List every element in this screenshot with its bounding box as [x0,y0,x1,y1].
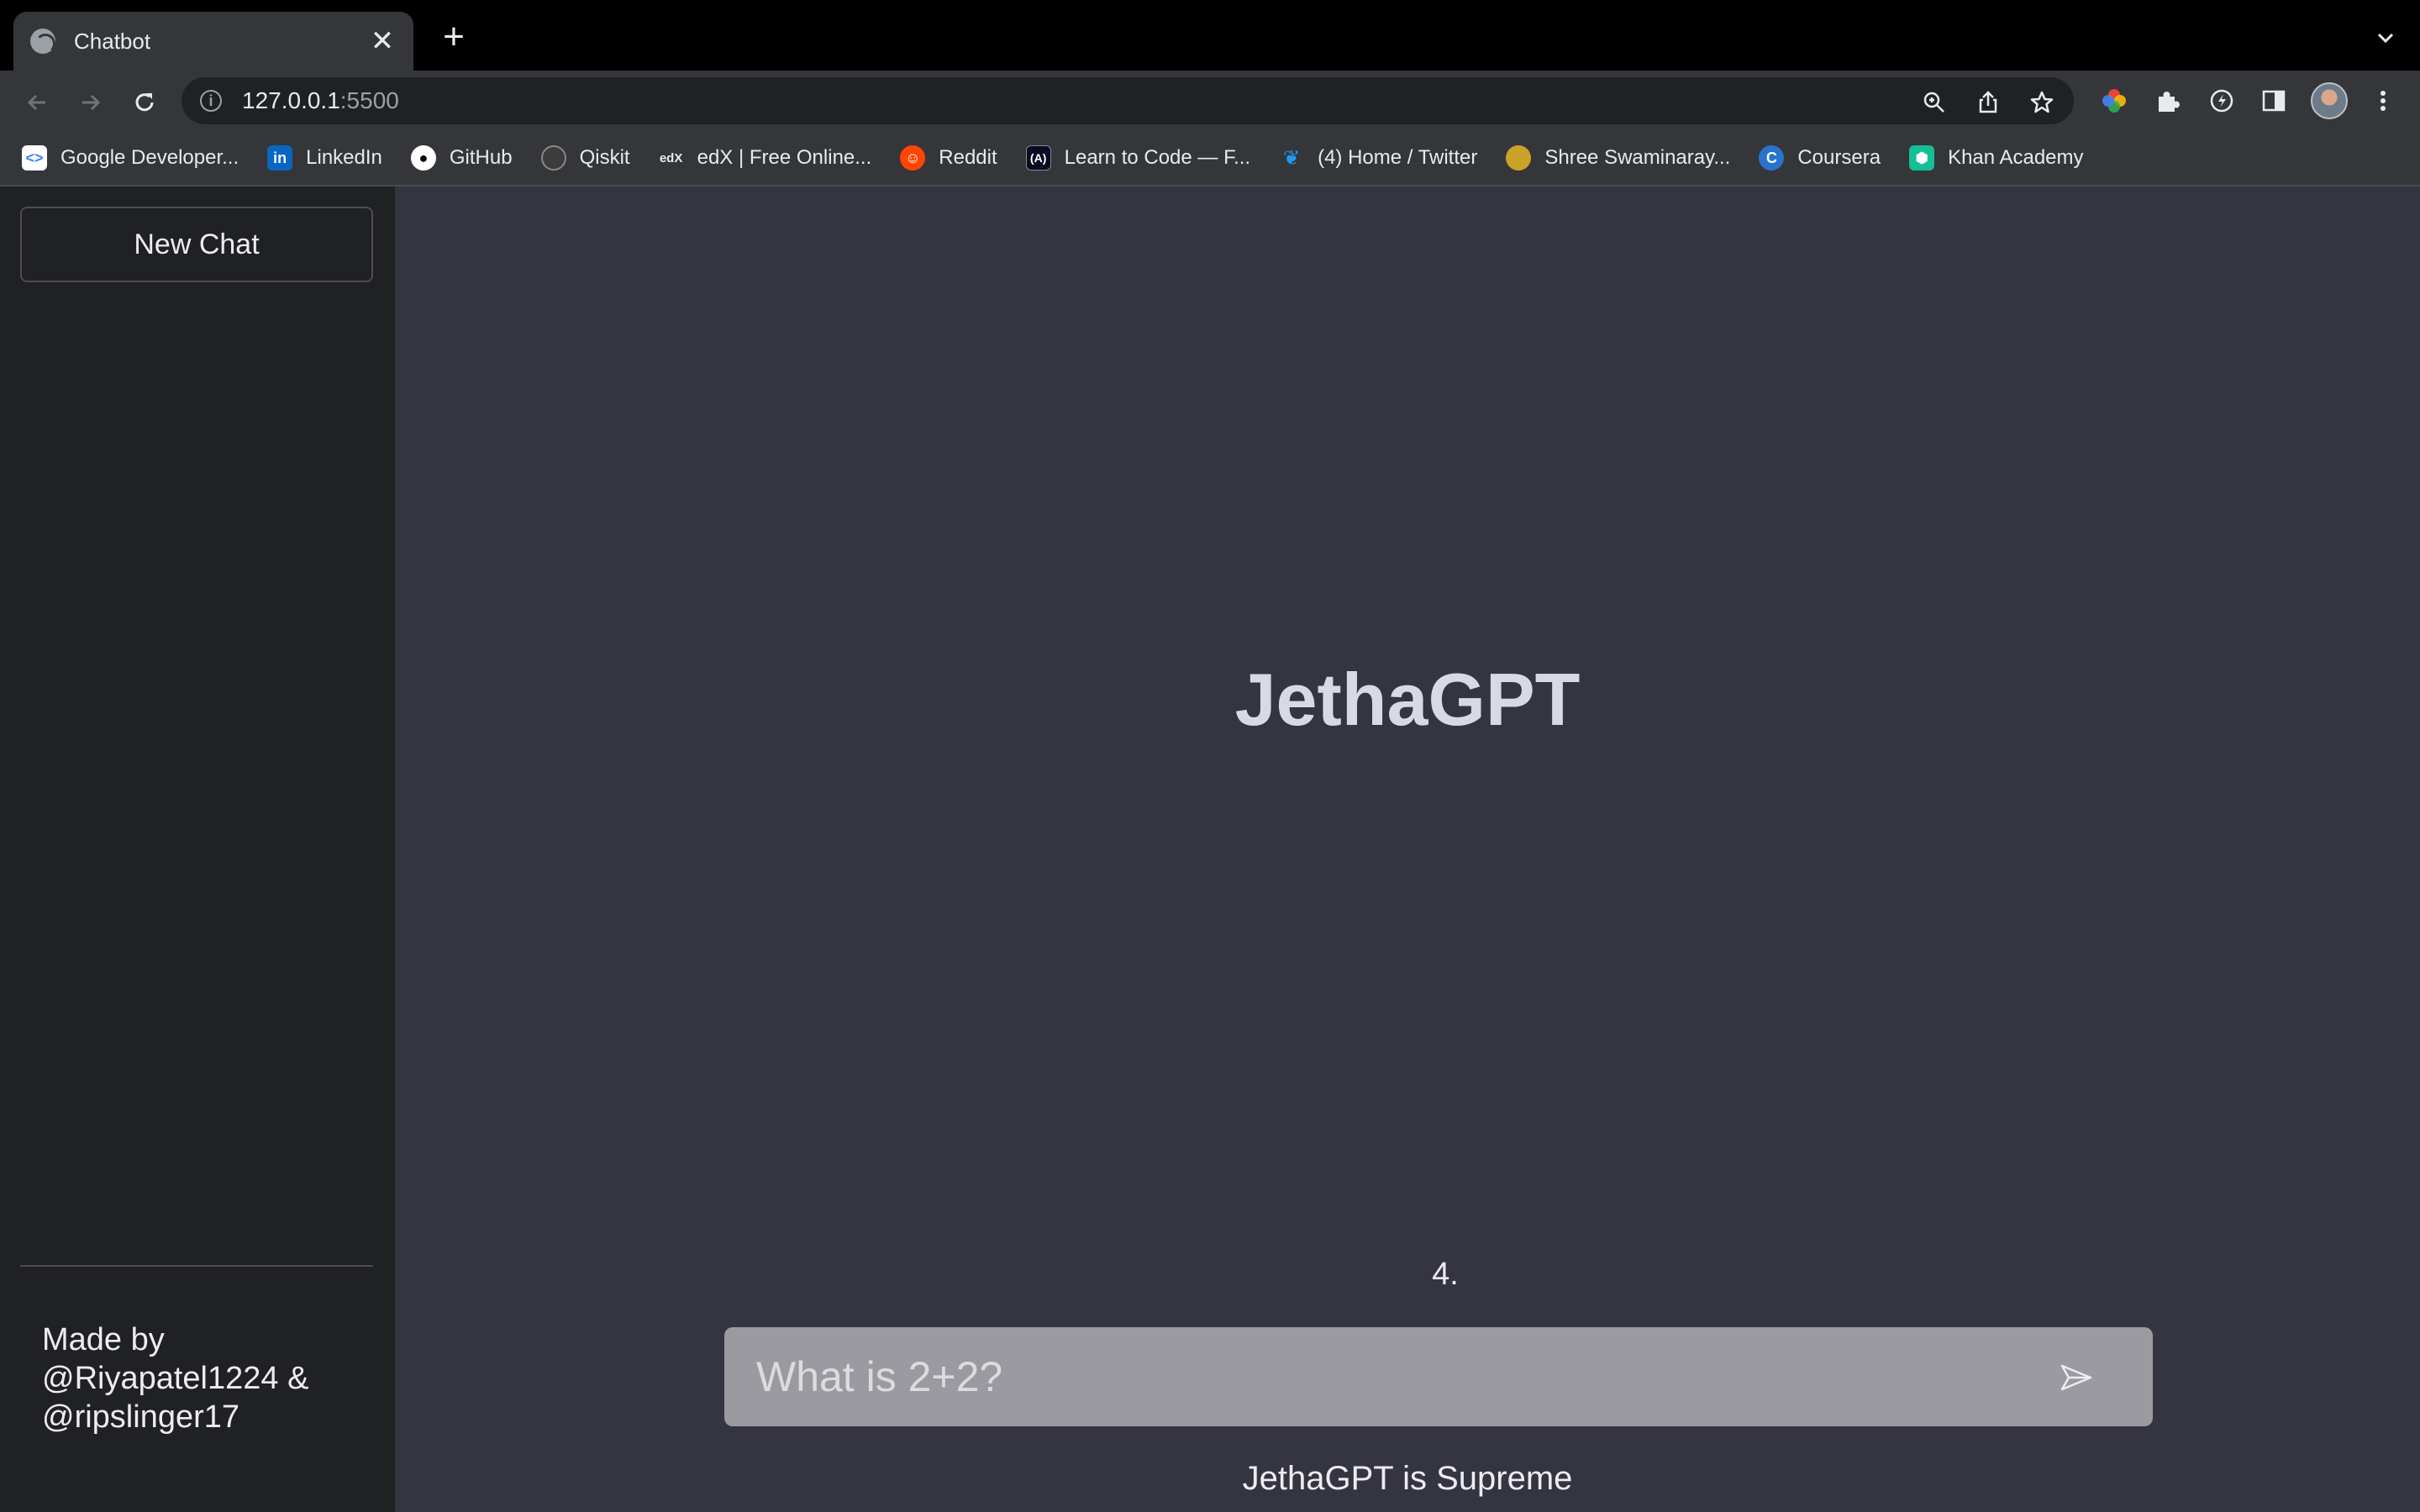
new-chat-button[interactable]: New Chat [20,207,373,282]
bookmark-label: Shree Swaminaray... [1544,146,1731,169]
bookmark-swaminarayan[interactable]: Shree Swaminaray... [1506,145,1730,171]
sidebar: New Chat Made by @Riyapatel1224 & @ripsl… [0,186,395,1512]
bookmark-label: (4) Home / Twitter [1318,146,1478,169]
bookmark-label: Khan Academy [1948,146,2084,169]
browser-toolbar: i 127.0.0.1:5500 [0,71,2420,131]
bookmark-qiskit[interactable]: Qiskit [540,145,630,171]
color-extension-icon[interactable] [2097,84,2131,118]
bookmark-coursera[interactable]: C Coursera [1759,145,1881,171]
bookmark-label: GitHub [449,146,513,169]
reddit-icon: ☺ [900,145,926,171]
footer-tagline: JethaGPT is Supreme [1242,1460,1573,1497]
bookmark-label: Learn to Code — F... [1064,146,1251,169]
bookmark-twitter[interactable]: ❦ (4) Home / Twitter [1279,145,1477,171]
extensions-puzzle-icon[interactable] [2151,84,2185,118]
bookmark-linkedin[interactable]: in LinkedIn [267,145,382,171]
sidebar-divider [20,1265,373,1267]
zoom-icon[interactable] [1921,89,1948,116]
send-icon[interactable] [2050,1352,2101,1403]
browser-tab-strip: Chatbot ✕ + [0,0,2420,71]
site-info-icon[interactable]: i [200,90,222,112]
khan-academy-icon: ⬢ [1909,145,1935,171]
bookmarks-bar: <> Google Developer... in LinkedIn ● Git… [0,131,2420,186]
chat-input[interactable] [756,1327,2017,1426]
tab-search-chevron-icon[interactable] [2373,25,2398,50]
edx-icon: edX [658,145,684,171]
bookmark-label: edX | Free Online... [697,146,872,169]
twitter-icon: ❦ [1283,146,1301,170]
bookmark-label: Reddit [939,146,997,169]
browser-tab[interactable]: Chatbot ✕ [13,12,413,71]
bookmark-reddit[interactable]: ☺ Reddit [900,145,997,171]
bookmark-github[interactable]: ● GitHub [410,145,513,171]
new-tab-button[interactable]: + [437,18,471,55]
share-icon[interactable] [1975,89,2002,116]
bookmark-label: Qiskit [579,146,630,169]
globe-icon [30,29,55,54]
bookmark-star-icon[interactable] [2028,89,2055,116]
app-title: JethaGPT [1234,658,1581,741]
profile-avatar[interactable] [2311,82,2348,119]
bookmark-khan-academy[interactable]: ⬢ Khan Academy [1909,145,2084,171]
bookmark-freecodecamp[interactable]: (A) Learn to Code — F... [1025,145,1251,171]
side-panel-icon[interactable] [2257,84,2291,118]
swaminarayan-icon [1506,145,1532,171]
github-icon: ● [410,145,436,171]
bookmark-google-developers[interactable]: <> Google Developer... [22,145,239,171]
reload-icon[interactable] [128,86,161,119]
bookmark-label: LinkedIn [306,146,382,169]
bookmark-label: Google Developer... [60,146,239,169]
freecodecamp-icon: (A) [1025,145,1051,171]
bookmark-edx[interactable]: edX edX | Free Online... [658,145,872,171]
chat-main: JethaGPT 4. JethaGPT is Supreme [395,186,2420,1512]
address-bar[interactable]: i 127.0.0.1:5500 [182,77,2074,124]
chat-input-box [724,1327,2153,1426]
bookmark-label: Coursera [1797,146,1881,169]
performance-icon[interactable] [2205,84,2238,118]
linkedin-icon: in [267,145,293,171]
back-arrow-icon[interactable] [20,86,54,119]
tab-title: Chatbot [74,28,151,54]
google-developers-icon: <> [22,145,47,171]
forward-arrow-icon[interactable] [74,86,108,119]
menu-kebab-icon[interactable] [2366,84,2400,118]
tab-close-icon[interactable]: ✕ [368,27,397,55]
credits-text: Made by @Riyapatel1224 & @ripslinger17 [42,1322,309,1435]
chat-answer: 4. [1432,1257,1459,1292]
url-text: 127.0.0.1:5500 [242,87,399,113]
coursera-icon: C [1759,145,1785,171]
qiskit-icon [540,145,566,171]
